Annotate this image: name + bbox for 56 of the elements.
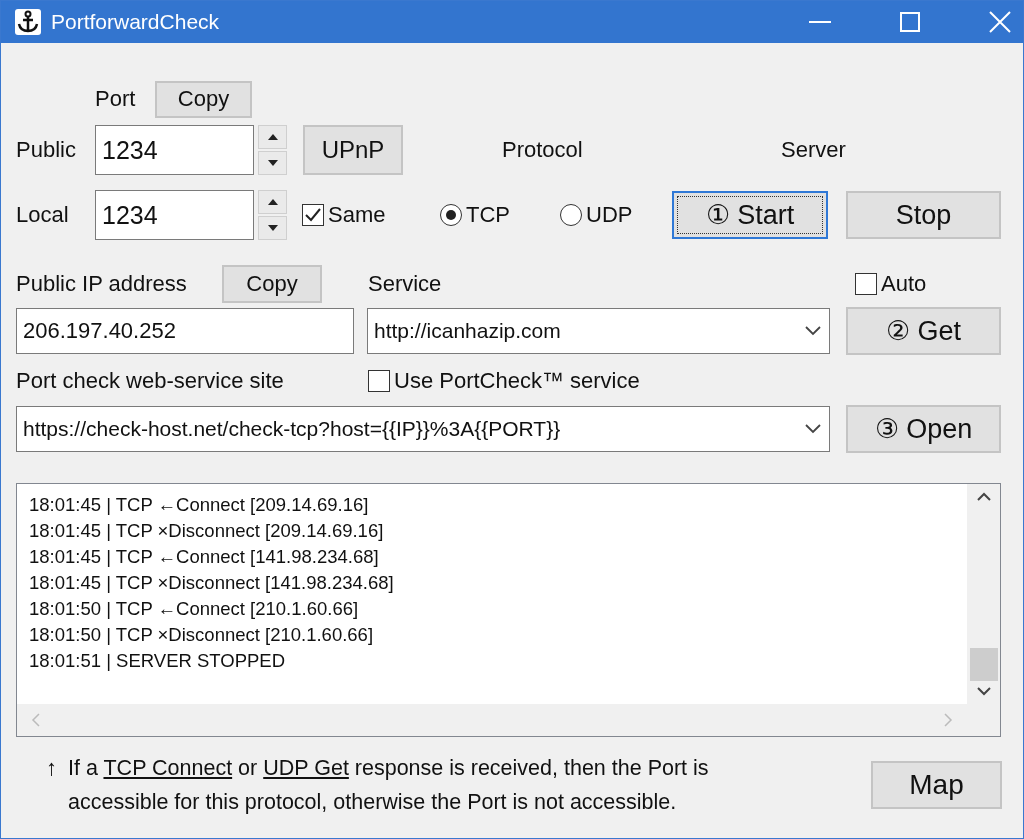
server-label: Server [781,137,846,163]
url-dropdown[interactable]: https://check-host.net/check-tcp?host={{IP}}%3A{{PORT}} [16,406,830,452]
triangle-up-icon [267,134,278,140]
log-line: 18:01:51 | SERVER STOPPED [29,649,287,673]
check-mark-icon [305,208,321,222]
chevron-up-icon[interactable] [976,492,991,501]
chevron-down-icon[interactable] [805,424,821,434]
log-line: 18:01:45 | TCP ←Connect [141.98.234.68] [29,545,380,569]
spin-down-button[interactable] [258,216,287,240]
get-button[interactable]: ② Get [846,307,1001,355]
log-line: 18:01:50 | TCP ×Disconnect [210.1.60.66] [29,623,375,647]
checkbox[interactable]: Use PortCheck™ service [368,368,640,394]
ip-address-field[interactable]: 206.197.40.252 [16,308,354,354]
close-icon [989,11,1011,33]
scrollbar-thumb[interactable] [969,648,998,681]
triangle-down-icon [267,225,278,231]
protocol-label: Protocol [502,137,584,163]
log-line: 18:01:50 | TCP ←Connect [210.1.60.66] [29,597,360,621]
anchor-icon [15,9,41,35]
arrow-up-icon: ↑ [46,751,68,785]
checkbox[interactable]: Auto [855,271,927,297]
triangle-up-icon [267,199,278,205]
map-button[interactable]: Map [871,761,1002,809]
log-line: 18:01:45 | TCP ×Disconnect [209.14.69.16] [29,519,385,543]
help-link[interactable]: UDP Get [263,756,349,780]
spin-down-button[interactable] [258,151,287,175]
radio-button[interactable]: UDP [560,202,672,228]
stop-button[interactable]: Stop [846,191,1001,239]
triangle-down-icon [267,160,278,166]
log-line: 18:01:45 | TCP ×Disconnect [141.98.234.68] [29,571,395,595]
service-label: Service [368,271,443,297]
help-link[interactable]: TCP Connect [103,756,233,780]
chevron-down-icon[interactable] [976,687,991,696]
help-text: If a TCP Connect or UDP Get response is received, then the Port is accessible for this protocol, otherwise the Port is not accessible. [68,755,710,816]
port-input[interactable]: 1234 [95,190,254,240]
spin-up-button[interactable] [258,125,287,149]
port-label: Port [95,86,137,112]
public-label: Public [16,137,77,163]
maximize-icon [900,12,920,32]
upnp-button[interactable]: UPnP [303,125,403,175]
window-title: PortforwardCheck [51,10,221,34]
service-dropdown[interactable]: http://icanhazip.com [367,308,830,354]
local-label: Local [16,202,70,228]
chevron-down-icon[interactable] [805,326,821,336]
minimize-icon [809,21,831,23]
copy-button[interactable]: Copy [155,80,252,118]
open-button[interactable]: ③ Open [846,405,1001,453]
copy-button[interactable]: Copy [222,265,322,303]
spin-up-button[interactable] [258,190,287,214]
port-input[interactable]: 1234 [95,125,254,175]
radio-button[interactable]: TCP [440,202,560,228]
public-ip-label: Public IP address [16,271,188,297]
log-line: 18:01:45 | TCP ←Connect [209.14.69.16] [29,493,370,517]
port-check-label: Port check web-service site [16,368,285,394]
start-button[interactable]: ① Start [672,191,828,239]
checkbox[interactable]: Same [302,202,440,228]
